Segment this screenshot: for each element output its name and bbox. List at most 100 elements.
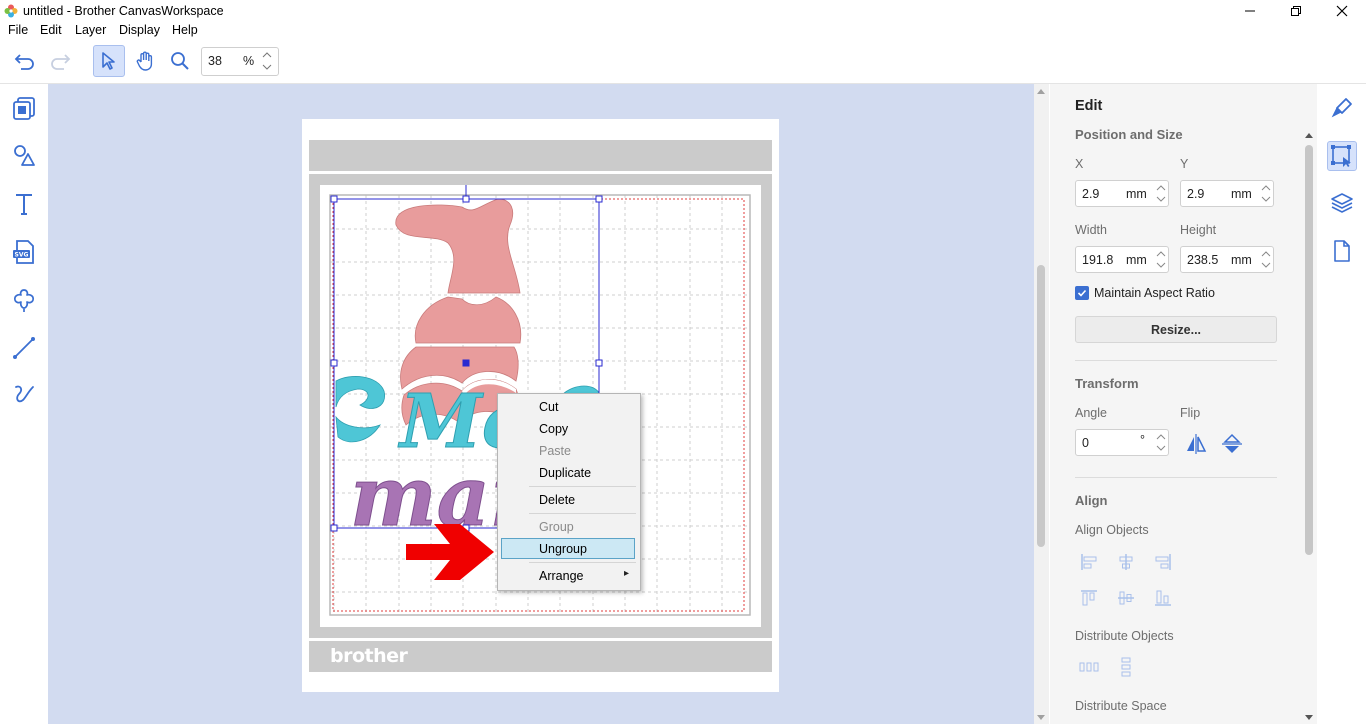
pattern-library-button[interactable] [10, 286, 38, 314]
height-value[interactable]: 238.5 [1187, 253, 1218, 267]
redo-icon [51, 54, 71, 70]
y-stepper-icon[interactable] [1259, 181, 1273, 206]
pan-tool-button[interactable] [129, 45, 161, 77]
menu-display[interactable]: Display [119, 23, 160, 37]
page-settings-button[interactable] [1328, 237, 1356, 265]
angle-stepper-icon[interactable] [1154, 430, 1168, 455]
maintain-aspect-label[interactable]: Maintain Aspect Ratio [1094, 286, 1215, 300]
panel-divider [1075, 360, 1277, 361]
scroll-down-icon[interactable] [1036, 714, 1046, 722]
fill-tool-button[interactable] [1328, 94, 1356, 122]
shapes-button[interactable] [10, 142, 38, 170]
menu-layer[interactable]: Layer [75, 23, 106, 37]
redo-button[interactable] [44, 45, 76, 77]
close-button[interactable] [1319, 0, 1365, 22]
undo-icon [14, 54, 34, 70]
context-item-cut[interactable]: Cut [539, 400, 558, 414]
context-item-paste[interactable]: Paste [539, 444, 571, 458]
panel-title: Edit [1075, 98, 1103, 114]
resize-button[interactable]: Resize... [1075, 316, 1277, 343]
panel-scroll-thumb[interactable] [1305, 145, 1313, 555]
freehand-draw-button[interactable] [10, 381, 38, 409]
distribute-vertical-button[interactable] [1115, 656, 1137, 678]
scroll-up-icon[interactable] [1036, 87, 1046, 95]
context-item-ungroup[interactable]: Ungroup [539, 542, 587, 556]
panel-scroll-up-icon[interactable] [1304, 131, 1314, 139]
angle-value[interactable]: 0 [1082, 436, 1089, 450]
distribute-horizontal-icon [1079, 662, 1099, 672]
align-bottom-button[interactable] [1152, 587, 1174, 609]
context-item-duplicate[interactable]: Duplicate [539, 466, 591, 480]
line-button[interactable] [10, 334, 38, 362]
x-unit: mm [1126, 187, 1147, 201]
app-logo-icon [4, 4, 18, 18]
width-stepper-icon[interactable] [1154, 247, 1168, 272]
zoom-stepper-icon[interactable] [261, 49, 273, 73]
red-arrow-annotation [406, 524, 494, 580]
width-unit: mm [1126, 253, 1147, 267]
align-top-icon [1081, 590, 1097, 606]
y-value[interactable]: 2.9 [1187, 187, 1204, 201]
svg-import-button[interactable]: SVG [10, 238, 38, 266]
context-item-group[interactable]: Group [539, 520, 574, 534]
minimize-button[interactable] [1227, 0, 1273, 22]
import-image-button[interactable] [10, 94, 38, 122]
freehand-draw-icon [15, 385, 34, 403]
align-right-button[interactable] [1152, 551, 1174, 573]
page-icon [1334, 240, 1350, 262]
align-left-button[interactable] [1078, 551, 1100, 573]
mermaid-word-teal [335, 376, 386, 443]
align-middle-button[interactable] [1115, 587, 1137, 609]
restore-icon [1291, 6, 1301, 16]
align-top-button[interactable] [1078, 587, 1100, 609]
menu-help[interactable]: Help [172, 23, 198, 37]
flip-horizontal-button[interactable] [1184, 432, 1208, 456]
context-item-arrange[interactable]: Arrange [539, 569, 583, 583]
restore-button[interactable] [1273, 0, 1319, 22]
shapes-icon [14, 145, 35, 166]
panel-divider [1075, 477, 1277, 478]
x-value[interactable]: 2.9 [1082, 187, 1099, 201]
close-icon [1336, 5, 1348, 17]
menu-file[interactable]: File [8, 23, 28, 37]
menu-edit[interactable]: Edit [40, 23, 62, 37]
distribute-space-label: Distribute Space [1075, 699, 1167, 713]
context-item-copy[interactable]: Copy [539, 422, 568, 436]
width-label: Width [1075, 223, 1107, 237]
selection-center-handle [462, 359, 470, 367]
flip-vertical-button[interactable] [1220, 432, 1244, 456]
layers-button[interactable] [1328, 189, 1356, 217]
align-objects-label: Align Objects [1075, 523, 1149, 537]
transform-select-icon [1331, 145, 1351, 167]
x-stepper-icon[interactable] [1154, 181, 1168, 206]
text-button[interactable] [10, 190, 38, 218]
angle-unit: ° [1140, 433, 1145, 447]
distribute-vertical-icon [1121, 657, 1131, 677]
submenu-arrow-icon: ▸ [624, 568, 630, 579]
context-separator [529, 562, 636, 563]
y-label: Y [1180, 157, 1189, 171]
pattern-library-icon [14, 289, 34, 312]
align-bottom-icon [1155, 590, 1171, 606]
distribute-objects-label: Distribute Objects [1075, 629, 1174, 643]
context-item-delete[interactable]: Delete [539, 493, 575, 507]
align-center-h-button[interactable] [1115, 551, 1137, 573]
edit-transform-button[interactable] [1327, 141, 1357, 171]
zoom-value[interactable]: 38 [208, 54, 222, 68]
maintain-aspect-checkbox[interactable] [1075, 286, 1089, 300]
zoom-tool-button[interactable] [164, 45, 196, 77]
mat-top-band [309, 140, 772, 171]
panel-scroll-down-icon[interactable] [1304, 714, 1314, 722]
flip-vertical-icon [1222, 433, 1242, 453]
minimize-icon [1245, 10, 1255, 12]
align-heading: Align [1075, 493, 1108, 508]
undo-button[interactable] [9, 45, 41, 77]
align-right-icon [1155, 554, 1171, 570]
canvas-scroll-thumb[interactable] [1037, 265, 1045, 547]
height-stepper-icon[interactable] [1259, 247, 1273, 272]
distribute-horizontal-button[interactable] [1078, 656, 1100, 678]
select-tool-button[interactable] [93, 45, 125, 77]
width-value[interactable]: 191.8 [1082, 253, 1113, 267]
text-icon [16, 194, 32, 215]
line-icon [13, 337, 35, 359]
